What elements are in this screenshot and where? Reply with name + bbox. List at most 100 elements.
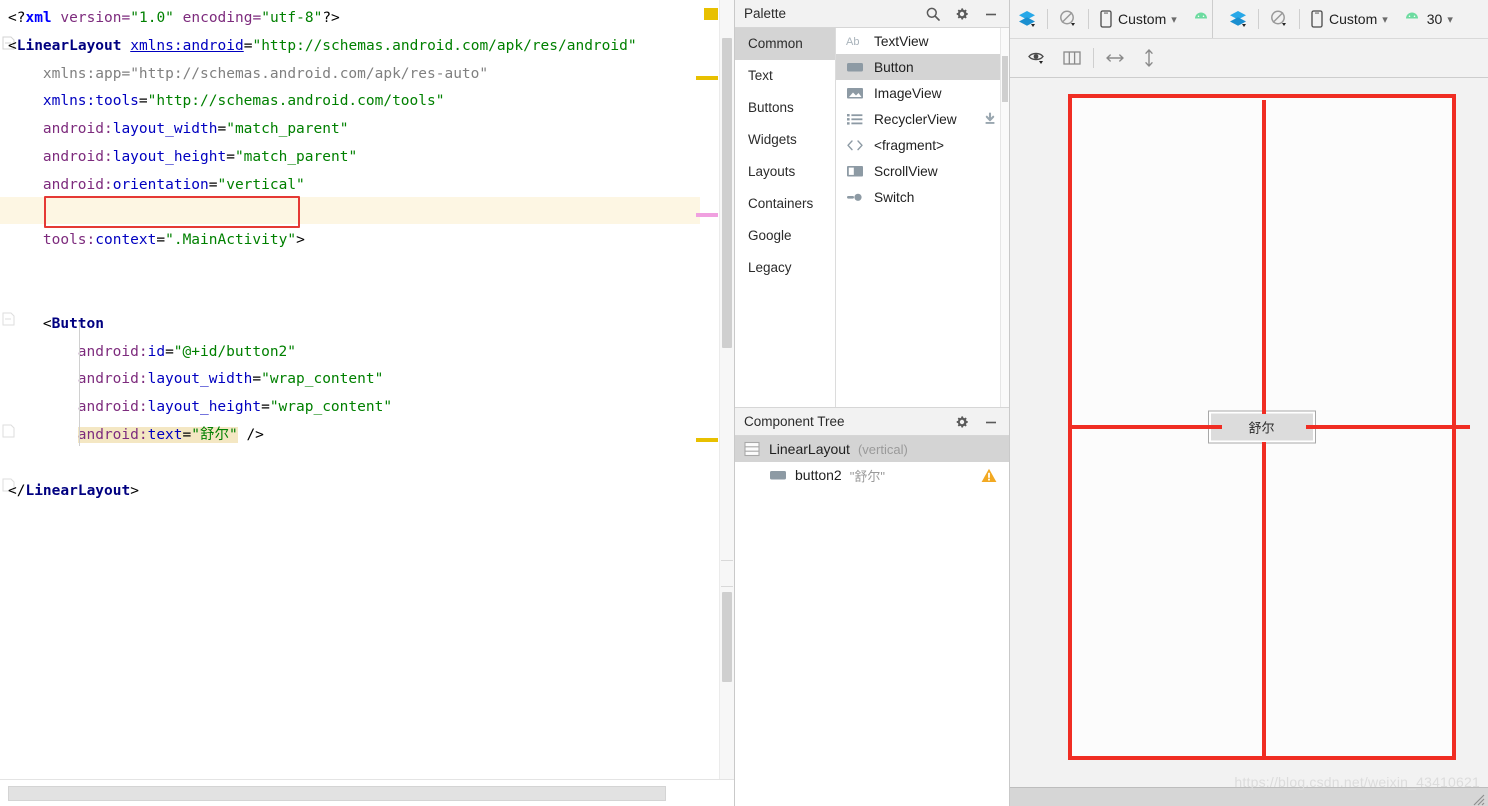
gear-icon[interactable] — [954, 414, 970, 430]
vertical-resize-button[interactable] — [1133, 43, 1165, 73]
code-token: android: — [42, 149, 113, 165]
palette-category-legacy[interactable]: Legacy — [735, 252, 835, 284]
warning-icon[interactable] — [981, 468, 997, 483]
code-token: android: — [77, 427, 148, 443]
blueprint-mode-button[interactable] — [1051, 4, 1085, 34]
code-line[interactable]: <?xml version="1.0" encoding="utf-8"?> — [8, 5, 340, 33]
button-icon — [769, 468, 787, 482]
editor-horizontal-scrollbar[interactable] — [0, 779, 734, 806]
palette-category-list[interactable]: Common Text Buttons Widgets Layouts Container… — [735, 28, 836, 407]
view-options-button[interactable] — [1020, 43, 1054, 73]
code-token: "@+id/button2" — [173, 343, 297, 360]
tree-row-subtitle: "舒尔" — [849, 468, 885, 484]
code-token: = — [165, 343, 174, 360]
code-line[interactable]: android:layout_width="wrap_content" — [78, 366, 384, 394]
resize-grip-icon[interactable] — [1471, 792, 1485, 806]
linearlayout-icon — [743, 441, 761, 457]
code-token: "wrap_content" — [261, 371, 384, 388]
tree-row-linearlayout[interactable]: LinearLayout (vertical) — [735, 436, 1009, 462]
palette-category-text[interactable]: Text — [735, 60, 835, 92]
error-stripe-gutter[interactable] — [696, 0, 720, 780]
palette-category-layouts[interactable]: Layouts — [735, 156, 835, 188]
code-line[interactable]: <LinearLayout xmlns:android="http://sche… — [8, 33, 637, 61]
design-mode-button[interactable] — [1010, 4, 1044, 34]
design-mode-button-2[interactable] — [1221, 4, 1255, 34]
code-line[interactable]: android:layout_height="wrap_content" — [78, 394, 392, 422]
palette-item-button[interactable]: Button — [836, 54, 1009, 80]
code-line[interactable]: tools:context=".MainActivity"> — [43, 227, 305, 255]
code-line[interactable]: android:text="舒尔" /> — [77, 422, 264, 450]
palette-category-common[interactable]: Common — [735, 28, 835, 60]
code-token: id — [147, 343, 166, 360]
preview-button2[interactable]: 舒尔 — [1207, 410, 1316, 444]
palette-item-list[interactable]: Ab TextView Button ImageView RecyclerView <fr… — [836, 28, 1009, 407]
palette-item-textview[interactable]: Ab TextView — [836, 28, 1009, 54]
code-token: tools: — [42, 232, 96, 249]
code-token: = — [261, 399, 270, 416]
code-token: /> — [246, 427, 264, 443]
design-toolbar-overlay: Custom ▾ 30 ▾ — [1212, 0, 1470, 38]
search-icon[interactable] — [925, 6, 941, 22]
code-token: layout_height — [147, 399, 262, 416]
code-token: ?> — [322, 10, 340, 26]
device-selector[interactable]: Custom ▾ — [1092, 4, 1184, 34]
code-line[interactable]: xmlns:tools="http://schemas.android.com/… — [43, 88, 445, 116]
palette-category-widgets[interactable]: Widgets — [735, 124, 835, 156]
code-token: <? — [8, 10, 26, 26]
android-studio-layout-editor: <?xml version="1.0" encoding="utf-8"?> <L… — [0, 0, 1488, 806]
device-selector-2[interactable]: Custom ▾ — [1303, 4, 1395, 34]
error-stripe-marker[interactable] — [696, 76, 718, 80]
palette-item-imageview[interactable]: ImageView — [836, 80, 1009, 106]
code-line[interactable]: android:layout_height="match_parent" — [43, 144, 357, 172]
scrollbar-thumb-horizontal[interactable] — [8, 786, 666, 801]
palette-item-recyclerview[interactable]: RecyclerView — [836, 106, 1009, 132]
code-line[interactable]: <Button — [43, 311, 104, 339]
tree-row-button2[interactable]: button2 "舒尔" — [735, 462, 1009, 488]
code-line[interactable]: android:id="@+id/button2" — [78, 339, 296, 367]
columns-button[interactable] — [1054, 43, 1090, 73]
code-line[interactable]: </LinearLayout> — [8, 478, 139, 506]
chevron-down-icon[interactable]: ▾ — [1447, 13, 1453, 26]
palette-item-label: Switch — [874, 189, 915, 205]
scrollbar-thumb[interactable] — [722, 38, 732, 348]
blueprint-mode-button-2[interactable] — [1262, 4, 1296, 34]
scrollbar-thumb[interactable] — [1002, 56, 1008, 102]
code-text[interactable]: <?xml version="1.0" encoding="utf-8"?> <L… — [0, 0, 700, 780]
vertical-arrows-icon — [1145, 49, 1153, 67]
chevron-down-icon[interactable]: ▾ — [1382, 13, 1388, 26]
code-token: xmlns:app — [42, 65, 122, 82]
chevron-down-icon[interactable]: ▾ — [1171, 13, 1177, 26]
code-line[interactable]: xmlns:app="http://schemas.android.com/ap… — [43, 61, 488, 89]
xml-code-editor[interactable]: <?xml version="1.0" encoding="utf-8"?> <L… — [0, 0, 735, 806]
minimize-icon[interactable] — [983, 414, 999, 430]
design-canvas[interactable]: 舒尔 https://blog.csdn.net/weixin_43410621 — [1010, 78, 1488, 806]
list-icon — [845, 112, 865, 126]
code-token: text — [147, 427, 183, 443]
editor-vertical-scrollbar[interactable] — [719, 0, 734, 780]
palette-scrollbar[interactable] — [1000, 28, 1009, 407]
palette-category-buttons[interactable]: Buttons — [735, 92, 835, 124]
scrollbar-thumb-lower[interactable] — [722, 592, 732, 682]
blueprint-icon — [1060, 10, 1075, 26]
horizontal-resize-button[interactable] — [1097, 43, 1133, 73]
code-line[interactable]: android:layout_width="match_parent" — [43, 116, 349, 144]
android-icon — [1405, 12, 1418, 19]
palette-item-scrollview[interactable]: ScrollView — [836, 158, 1009, 184]
palette-item-switch[interactable]: Switch — [836, 184, 1009, 210]
palette-category-google[interactable]: Google — [735, 220, 835, 252]
palette-item-fragment[interactable]: <fragment> — [836, 132, 1009, 158]
api-level-selector[interactable]: 30 ▾ — [1395, 4, 1460, 34]
code-token: xml — [25, 10, 52, 26]
error-stripe-marker[interactable] — [696, 438, 718, 442]
download-icon[interactable] — [983, 112, 997, 126]
code-icon — [845, 138, 865, 152]
gear-icon[interactable] — [954, 6, 970, 22]
error-stripe-marker[interactable] — [696, 213, 718, 217]
component-tree-body[interactable]: LinearLayout (vertical) button2 "舒尔" — [735, 436, 1009, 806]
minimize-icon[interactable] — [983, 6, 999, 22]
error-stripe-marker[interactable] — [704, 8, 718, 20]
code-line[interactable]: android:orientation="vertical" — [43, 172, 305, 200]
code-token: layout_height — [112, 149, 227, 165]
code-token: android: — [42, 176, 113, 193]
palette-category-containers[interactable]: Containers — [735, 188, 835, 220]
